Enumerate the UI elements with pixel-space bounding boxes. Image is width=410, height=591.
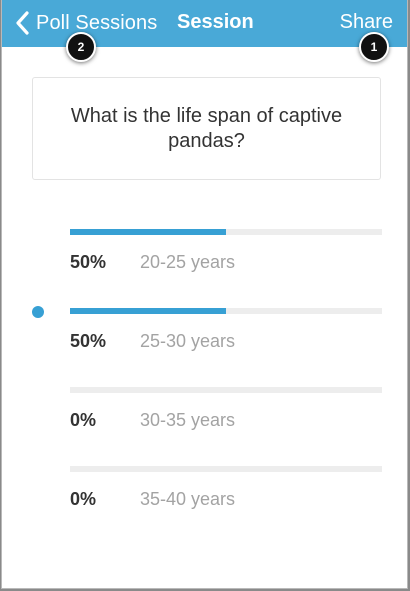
result-percent: 0% [70, 410, 97, 430]
question-text: What is the life span of captive pandas? [70, 104, 343, 152]
result-percent: 50% [70, 252, 107, 272]
answer-option-3[interactable]: 0% 30-35 years [2, 387, 407, 447]
result-bar-track [70, 466, 382, 472]
result-bar-fill [70, 229, 226, 235]
callout-badge-1: 1 [359, 32, 389, 62]
result-bar-fill [70, 308, 226, 314]
result-percent: 50% [70, 331, 107, 351]
answer-option-4[interactable]: 0% 35-40 years [2, 466, 407, 526]
callout-badge-2: 2 [66, 32, 96, 62]
answer-option-1[interactable]: 50% 20-25 years [2, 229, 407, 289]
answer-option-2[interactable]: 50% 25-30 years [2, 308, 407, 368]
navigation-bar: Poll Sessions Session Share [2, 0, 407, 47]
back-button-label: Poll Sessions [36, 11, 158, 34]
answer-label: 30-35 years [140, 410, 236, 430]
answer-label: 25-30 years [140, 331, 236, 351]
page-title: Session [177, 11, 254, 33]
answer-label: 35-40 years [140, 489, 236, 509]
result-bar-track [70, 387, 382, 393]
result-bar-track [70, 229, 382, 235]
question-card: What is the life span of captive pandas? [32, 77, 381, 180]
chevron-left-icon [16, 11, 29, 35]
result-bar-track [70, 308, 382, 314]
app-frame: Poll Sessions Session Share 2 1 What is … [1, 0, 408, 589]
share-button[interactable]: Share [340, 11, 393, 34]
result-percent: 0% [70, 489, 97, 509]
answer-label: 20-25 years [140, 252, 236, 272]
